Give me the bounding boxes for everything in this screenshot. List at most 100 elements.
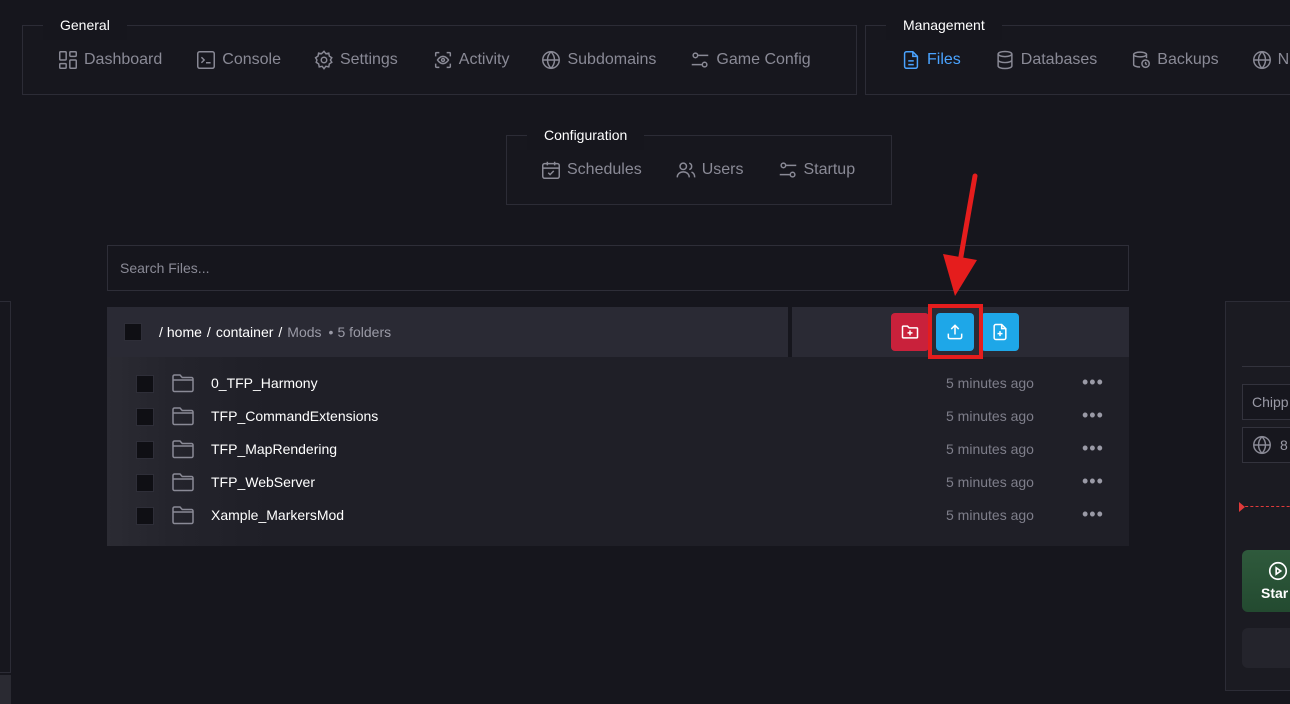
file-modified: 5 minutes ago [946,408,1034,424]
file-name[interactable]: Xample_MarkersMod [211,499,344,532]
breadcrumb-current: Mods [287,324,322,340]
file-name[interactable]: 0_TFP_Harmony [211,367,318,400]
server-name-field[interactable]: Chipp [1242,384,1290,420]
nav-item-backups[interactable]: Backups [1130,49,1219,71]
row-more-button[interactable]: ••• [1082,499,1104,532]
nav-item-subdomains[interactable]: Subdomains [540,49,656,71]
breadcrumb-part-home[interactable]: home [167,324,202,340]
new-file-button[interactable] [981,313,1019,351]
nav-item-dashboard[interactable]: Dashboard [57,49,162,71]
nav-item-label: Backups [1157,51,1219,68]
folder-count: • 5 folders [329,324,392,340]
breadcrumb-root[interactable]: / [159,324,163,340]
nav-item-label: Users [701,161,744,178]
server-panel: Chipp 8 Star [1225,301,1290,691]
file-name[interactable]: TFP_CommandExtensions [211,400,378,433]
file-modified: 5 minutes ago [946,507,1034,523]
backup-icon [1133,51,1151,69]
sliders-icon [779,162,796,178]
globe-icon [542,50,561,70]
file-plus-icon [993,323,1007,341]
nav-item-label: Subdomains [567,51,657,68]
file-row[interactable]: 0_TFP_Harmony 5 minutes ago ••• [107,367,1129,400]
file-modified: 5 minutes ago [946,474,1034,490]
count-dot: • [328,324,334,340]
file-list: 0_TFP_Harmony 5 minutes ago ••• TFP_Comm… [107,357,1129,546]
folder-icon [172,473,194,492]
select-all-checkbox[interactable] [124,323,142,341]
nav-item-label: Files [927,51,961,68]
breadcrumb-part-container[interactable]: container [216,324,274,340]
users-icon [676,162,696,178]
server-address-field[interactable]: 8 [1242,427,1290,463]
console-icon [197,51,216,69]
panel-divider [1242,366,1290,367]
nav-item-startup[interactable]: Startup [777,159,856,181]
nav-item-activity[interactable]: Activity [432,49,510,71]
folder-icon [172,440,194,459]
breadcrumb: / home / container / Mods • 5 folders [159,307,391,357]
annotation-highlight-box [928,304,983,359]
nav-item-label: Game Config [716,51,811,68]
row-more-button[interactable]: ••• [1082,466,1104,499]
file-row[interactable]: TFP_CommandExtensions 5 minutes ago ••• [107,400,1129,433]
nav-item-databases[interactable]: Databases [994,49,1098,71]
file-name[interactable]: TFP_MapRendering [211,433,337,466]
folder-count-text: 5 folders [337,324,392,340]
status-line [1240,506,1290,507]
calendar-icon [542,161,560,179]
row-more-button[interactable]: ••• [1082,400,1104,433]
nav-item-game-config[interactable]: Game Config [689,49,811,71]
row-checkbox[interactable] [136,507,154,525]
globe-icon [1252,50,1271,70]
sliders-icon [692,52,709,68]
row-checkbox[interactable] [136,375,154,393]
row-more-button[interactable]: ••• [1082,433,1104,466]
nav-group-management: Management Files Databases Backups N [865,10,1290,95]
nav-item-users[interactable]: Users [675,159,744,181]
annotation-arrow [943,173,978,296]
nav-item-label: Console [222,51,281,68]
globe-icon [1253,435,1271,455]
file-row[interactable]: Xample_MarkersMod 5 minutes ago ••• [107,499,1129,532]
file-name[interactable]: TFP_WebServer [211,466,315,499]
nav-item-label: Databases [1020,51,1098,68]
start-button[interactable]: Star [1242,550,1290,612]
nav-item-label: Settings [339,51,398,68]
folder-icon [172,374,194,393]
breadcrumb-separator: / [278,324,283,340]
nav-item-files[interactable]: Files [900,49,961,71]
status-marker [1239,502,1245,512]
secondary-power-button[interactable] [1242,628,1290,668]
left-panel-stub [0,675,11,704]
dashboard-icon [59,51,77,69]
file-modified: 5 minutes ago [946,375,1034,391]
row-checkbox[interactable] [136,408,154,426]
row-checkbox[interactable] [136,441,154,459]
folder-icon [172,506,194,525]
file-list-header: / home / container / Mods • 5 folders [107,307,788,357]
nav-item-schedules[interactable]: Schedules [540,159,642,181]
nav-item-settings[interactable]: Settings [313,49,398,71]
server-address-text: 8 [1280,437,1288,453]
folder-plus-icon [901,325,919,339]
file-row[interactable]: TFP_MapRendering 5 minutes ago ••• [107,433,1129,466]
nav-item-label: Startup [803,161,856,178]
new-folder-button[interactable] [891,313,929,351]
row-more-button[interactable]: ••• [1082,367,1104,400]
left-panel [0,301,11,673]
nav-item-label: Schedules [567,161,642,178]
nav-item-console[interactable]: Console [195,49,281,71]
nav-group-configuration: Configuration Schedules Users Startup [506,120,892,205]
row-checkbox[interactable] [136,474,154,492]
nav-item-label: Activity [458,51,510,68]
nav-item-label: Dashboard [84,51,163,68]
nav-group-general: General Dashboard Console Settings Activ… [22,10,857,95]
eye-icon [434,51,451,69]
nav-item-network[interactable]: N [1251,49,1290,71]
file-modified: 5 minutes ago [946,441,1034,457]
breadcrumb-separator: / [206,324,211,340]
file-manager-page: General Dashboard Console Settings Activ… [0,0,1290,704]
nav-item-label: N [1277,51,1290,68]
file-row[interactable]: TFP_WebServer 5 minutes ago ••• [107,466,1129,499]
